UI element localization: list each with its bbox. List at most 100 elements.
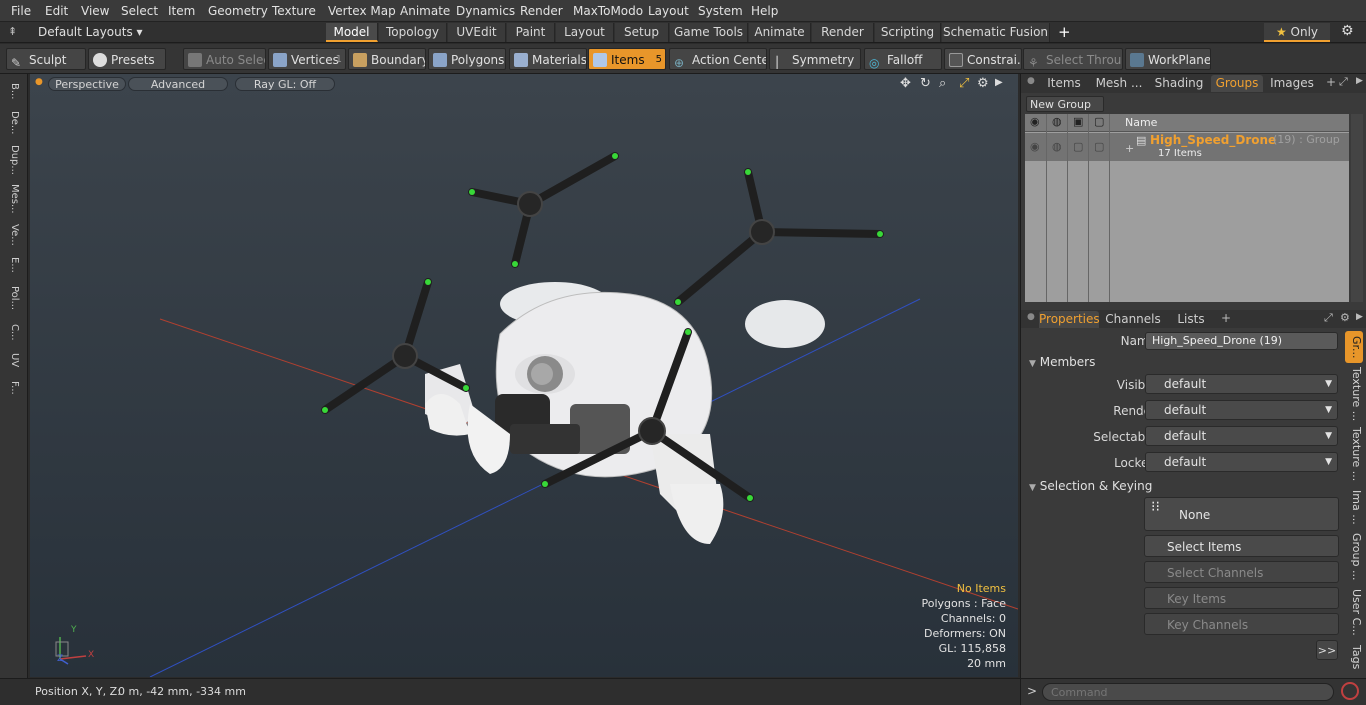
- tab-shading[interactable]: Shading: [1149, 75, 1209, 92]
- action-center-button[interactable]: ⊕ Action Center: [669, 48, 767, 70]
- tab-mesh[interactable]: Mesh ...: [1091, 75, 1147, 92]
- locked-dropdown[interactable]: default ▼: [1145, 452, 1338, 472]
- presets-button[interactable]: Presets: [88, 48, 166, 70]
- constraints-button[interactable]: Constrai...: [944, 48, 1022, 70]
- menu-vertex-map[interactable]: Vertex Map: [328, 4, 396, 18]
- name-field[interactable]: High_Speed_Drone (19): [1145, 332, 1338, 350]
- expand-plus-icon[interactable]: +: [1125, 142, 1134, 155]
- list-item-group[interactable]: ◉ ◍ ▢ ▢ + ▤ High_Speed_Drone (19) : Grou…: [1025, 133, 1349, 161]
- layout-toggle-icon[interactable]: ⇞: [8, 25, 17, 38]
- auto-select-button[interactable]: Auto Select: [183, 48, 266, 70]
- selection-keying-section[interactable]: ▼ Selection & Keying: [1029, 479, 1152, 493]
- gear-icon[interactable]: ⚙: [1341, 23, 1354, 39]
- side-tab-group[interactable]: Gr...: [1345, 331, 1363, 363]
- select-icon[interactable]: ▢: [1094, 115, 1104, 128]
- menu-geometry[interactable]: Geometry: [208, 4, 268, 18]
- left-tab-fusion[interactable]: F...: [4, 374, 20, 402]
- tab-schematic-fusion[interactable]: Schematic Fusion: [942, 23, 1050, 42]
- render-icon[interactable]: ◍: [1052, 115, 1062, 128]
- left-tab-curve[interactable]: C...: [4, 318, 20, 346]
- tab-groups[interactable]: Groups: [1211, 75, 1263, 92]
- selectable-dropdown[interactable]: default ▼: [1145, 426, 1338, 446]
- side-tab-tags[interactable]: Tags: [1345, 642, 1363, 672]
- props-arrow-icon[interactable]: ▶: [1356, 312, 1363, 322]
- key-items-button[interactable]: Key Items: [1144, 587, 1339, 609]
- command-input[interactable]: [1042, 683, 1334, 701]
- tab-lists[interactable]: Lists: [1165, 311, 1217, 328]
- visible-dropdown[interactable]: default ▼: [1145, 374, 1338, 394]
- workplane-button[interactable]: WorkPlane: [1125, 48, 1211, 70]
- side-tab-texture-1[interactable]: Texture ...: [1345, 366, 1363, 422]
- row-eye-icon[interactable]: ◉: [1030, 140, 1040, 153]
- none-selection-button[interactable]: ⁝⁝ None: [1144, 497, 1339, 531]
- default-layouts-dropdown[interactable]: Default Layouts ▾: [38, 25, 143, 39]
- menu-animate[interactable]: Animate: [400, 4, 450, 18]
- tab-game-tools[interactable]: Game Tools: [670, 23, 748, 42]
- left-tab-mesh[interactable]: Mes...: [4, 180, 20, 218]
- left-tab-duplicate[interactable]: Dup...: [4, 142, 20, 178]
- row-render-icon[interactable]: ◍: [1052, 140, 1062, 153]
- tab-items[interactable]: Items: [1039, 75, 1089, 92]
- menu-system[interactable]: System: [698, 4, 743, 18]
- tab-scripting[interactable]: Scripting: [875, 23, 941, 42]
- menu-item[interactable]: Item: [168, 4, 195, 18]
- vertices-button[interactable]: Vertices 1: [268, 48, 346, 70]
- row-lock-icon[interactable]: ▢: [1073, 140, 1083, 153]
- side-tab-texture-2[interactable]: Texture ...: [1345, 426, 1363, 482]
- sculpt-button[interactable]: ✎ Sculpt: [6, 48, 86, 70]
- props-gear-icon[interactable]: ⚙: [1340, 311, 1350, 324]
- add-tab-button[interactable]: +: [1058, 23, 1071, 41]
- left-tab-polygon[interactable]: Pol...: [4, 280, 20, 316]
- expand-panel-icon[interactable]: ⤢: [1339, 75, 1348, 89]
- side-tab-user-channels[interactable]: User C...: [1345, 586, 1363, 638]
- key-channels-button[interactable]: Key Channels: [1144, 613, 1339, 635]
- expand-more-button[interactable]: >>: [1316, 640, 1338, 660]
- tab-animate[interactable]: Animate: [749, 23, 811, 42]
- lock-icon[interactable]: ▣: [1073, 115, 1083, 128]
- groups-scrollbar[interactable]: [1351, 114, 1363, 302]
- menu-edit[interactable]: Edit: [45, 4, 68, 18]
- menu-help[interactable]: Help: [751, 4, 778, 18]
- side-tab-group-2[interactable]: Group ...: [1345, 532, 1363, 582]
- panel-arrow-icon[interactable]: ▶: [1356, 76, 1363, 86]
- record-icon[interactable]: [1341, 682, 1359, 700]
- menu-select[interactable]: Select: [121, 4, 158, 18]
- members-section[interactable]: ▼ Members: [1029, 355, 1095, 369]
- tab-render[interactable]: Render: [812, 23, 874, 42]
- polygons-button[interactable]: Polygons: [428, 48, 506, 70]
- tab-topology[interactable]: Topology: [379, 23, 447, 42]
- menu-file[interactable]: File: [11, 4, 31, 18]
- tab-properties[interactable]: Properties: [1039, 311, 1100, 328]
- select-through-button[interactable]: ⚘ Select Through: [1023, 48, 1123, 70]
- boundary-button[interactable]: Boundary: [348, 48, 426, 70]
- left-tab-edge[interactable]: E...: [4, 252, 20, 278]
- side-tab-image[interactable]: Ima ...: [1345, 486, 1363, 528]
- menu-dynamics[interactable]: Dynamics: [456, 4, 515, 18]
- menu-view[interactable]: View: [81, 4, 109, 18]
- new-group-button[interactable]: New Group: [1026, 96, 1104, 112]
- panel-menu-icon[interactable]: ●: [1027, 76, 1035, 86]
- render-dropdown[interactable]: default ▼: [1145, 400, 1338, 420]
- symmetry-button[interactable]: ⎮ Symmetry: [769, 48, 861, 70]
- tab-channels[interactable]: Channels: [1103, 311, 1163, 328]
- tab-uvedit[interactable]: UVEdit: [448, 23, 506, 42]
- materials-button[interactable]: Materials: [509, 48, 587, 70]
- menu-maxtomodo[interactable]: MaxToModo: [573, 4, 643, 18]
- add-tab-icon[interactable]: +: [1326, 75, 1336, 89]
- 3d-viewport[interactable]: ● Perspective Advanced Ray GL: Off ✥ ↻ ⌕…: [30, 74, 1018, 677]
- tab-layout[interactable]: Layout: [556, 23, 614, 42]
- menu-texture[interactable]: Texture: [272, 4, 316, 18]
- left-tab-uv[interactable]: UV: [4, 348, 20, 372]
- tab-setup[interactable]: Setup: [615, 23, 669, 42]
- tab-paint[interactable]: Paint: [507, 23, 555, 42]
- items-button[interactable]: Items 5: [588, 48, 666, 70]
- row-select-icon[interactable]: ▢: [1094, 140, 1104, 153]
- expand-props-icon[interactable]: ⤢: [1324, 311, 1333, 325]
- add-prop-tab-icon[interactable]: +: [1221, 311, 1231, 325]
- eye-icon[interactable]: ◉: [1030, 115, 1040, 128]
- select-channels-button[interactable]: Select Channels: [1144, 561, 1339, 583]
- menu-layout[interactable]: Layout: [648, 4, 689, 18]
- prop-menu-icon[interactable]: ●: [1027, 312, 1035, 322]
- left-tab-basic[interactable]: B...: [4, 78, 20, 104]
- falloff-button[interactable]: ◎ Falloff: [864, 48, 942, 70]
